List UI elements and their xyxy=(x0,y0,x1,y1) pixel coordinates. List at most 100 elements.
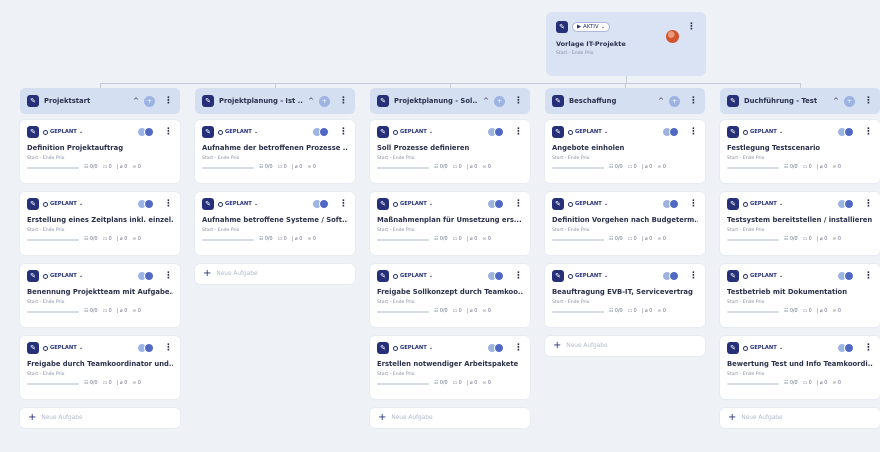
new-task-button[interactable]: + Neue Aufgabe xyxy=(20,408,180,428)
assignees[interactable] xyxy=(837,199,854,209)
kebab-menu-icon[interactable]: ⋮ xyxy=(164,199,173,209)
assignees[interactable] xyxy=(137,343,154,353)
pencil-icon[interactable]: ✎ xyxy=(727,95,739,107)
pencil-icon[interactable]: ✎ xyxy=(202,126,214,138)
task-card[interactable]: ✎ GEPLANT ⌄ ⋮ Freigabe durch Teamkoordin… xyxy=(20,336,180,399)
add-member-icon[interactable]: + xyxy=(319,95,330,107)
pencil-icon[interactable]: ✎ xyxy=(727,198,739,210)
assignees[interactable] xyxy=(662,199,679,209)
kebab-menu-icon[interactable]: ⋮ xyxy=(164,96,173,106)
column-header[interactable]: ✎ Beschaffung ^ + ⋮ xyxy=(545,88,705,114)
kebab-menu-icon[interactable]: ⋮ xyxy=(514,127,523,137)
status-dropdown[interactable]: ▶ AKTIV ⌄ xyxy=(572,22,611,32)
assignees[interactable] xyxy=(837,127,854,137)
task-card[interactable]: ✎ GEPLANT ⌄ ⋮ Aufnahme betroffene System… xyxy=(195,192,355,255)
kebab-menu-icon[interactable]: ⋮ xyxy=(864,271,873,281)
task-card[interactable]: ✎ GEPLANT ⌄ ⋮ Festlegung Testscenario St… xyxy=(720,120,880,183)
kebab-menu-icon[interactable]: ⋮ xyxy=(339,199,348,209)
kebab-menu-icon[interactable]: ⋮ xyxy=(689,271,698,281)
status-dropdown[interactable]: GEPLANT ⌄ xyxy=(743,129,783,135)
status-dropdown[interactable]: GEPLANT ⌄ xyxy=(43,129,83,135)
pencil-icon[interactable]: ✎ xyxy=(727,342,739,354)
assignee-avatar[interactable] xyxy=(144,127,154,137)
kebab-menu-icon[interactable]: ⋮ xyxy=(689,199,698,209)
assignees[interactable] xyxy=(137,199,154,209)
task-card[interactable]: ✎ GEPLANT ⌄ ⋮ Beauftragung EVB-IT, Servi… xyxy=(545,264,705,327)
kebab-menu-icon[interactable]: ⋮ xyxy=(164,127,173,137)
kebab-menu-icon[interactable]: ⋮ xyxy=(689,96,698,106)
status-dropdown[interactable]: GEPLANT ⌄ xyxy=(393,273,433,279)
pencil-icon[interactable]: ✎ xyxy=(377,198,389,210)
status-dropdown[interactable]: GEPLANT ⌄ xyxy=(568,201,608,207)
project-root-card[interactable]: ✎ ▶ AKTIV ⌄ ⋮ Vorlage IT-Projekte Start … xyxy=(546,12,706,76)
assignee-avatar[interactable] xyxy=(844,127,854,137)
kebab-menu-icon[interactable]: ⋮ xyxy=(864,343,873,353)
chevron-up-icon[interactable]: ^ xyxy=(308,97,314,105)
task-card[interactable]: ✎ GEPLANT ⌄ ⋮ Testsystem bereitstellen /… xyxy=(720,192,880,255)
pencil-icon[interactable]: ✎ xyxy=(552,198,564,210)
pencil-icon[interactable]: ✎ xyxy=(202,198,214,210)
kebab-menu-icon[interactable]: ⋮ xyxy=(864,199,873,209)
new-task-button[interactable]: + Neue Aufgabe xyxy=(720,408,880,428)
chevron-up-icon[interactable]: ^ xyxy=(483,97,489,105)
status-dropdown[interactable]: GEPLANT ⌄ xyxy=(43,201,83,207)
task-card[interactable]: ✎ GEPLANT ⌄ ⋮ Erstellung eines Zeitplans… xyxy=(20,192,180,255)
status-dropdown[interactable]: GEPLANT ⌄ xyxy=(743,273,783,279)
pencil-icon[interactable]: ✎ xyxy=(377,342,389,354)
kebab-menu-icon[interactable]: ⋮ xyxy=(164,271,173,281)
assignees[interactable] xyxy=(312,199,329,209)
assignee-avatar[interactable] xyxy=(144,343,154,353)
pencil-icon[interactable]: ✎ xyxy=(377,270,389,282)
task-card[interactable]: ✎ GEPLANT ⌄ ⋮ Erstellen notwendiger Arbe… xyxy=(370,336,530,399)
assignee-avatar[interactable] xyxy=(494,343,504,353)
pencil-icon[interactable]: ✎ xyxy=(27,198,39,210)
assignees[interactable] xyxy=(837,343,854,353)
task-card[interactable]: ✎ GEPLANT ⌄ ⋮ Benennung Projektteam mit … xyxy=(20,264,180,327)
assignees[interactable] xyxy=(137,127,154,137)
task-card[interactable]: ✎ GEPLANT ⌄ ⋮ Testbetrieb mit Dokumentat… xyxy=(720,264,880,327)
chevron-up-icon[interactable]: ^ xyxy=(133,97,139,105)
kebab-menu-icon[interactable]: ⋮ xyxy=(514,96,523,106)
status-dropdown[interactable]: GEPLANT ⌄ xyxy=(393,345,433,351)
assignees[interactable] xyxy=(487,343,504,353)
add-member-icon[interactable]: + xyxy=(669,95,680,107)
assignees[interactable] xyxy=(487,199,504,209)
pencil-icon[interactable]: ✎ xyxy=(202,95,214,107)
kebab-menu-icon[interactable]: ⋮ xyxy=(864,96,873,106)
new-task-button[interactable]: + Neue Aufgabe xyxy=(370,408,530,428)
task-card[interactable]: ✎ GEPLANT ⌄ ⋮ Definition Vorgehen nach B… xyxy=(545,192,705,255)
pencil-icon[interactable]: ✎ xyxy=(552,126,564,138)
status-dropdown[interactable]: GEPLANT ⌄ xyxy=(43,345,83,351)
column-header[interactable]: ✎ Duchführung - Test ^ + ⋮ xyxy=(720,88,880,114)
add-member-icon[interactable]: + xyxy=(144,95,155,107)
add-member-icon[interactable]: + xyxy=(494,95,505,107)
assignee-avatar[interactable] xyxy=(669,127,679,137)
kebab-menu-icon[interactable]: ⋮ xyxy=(689,127,698,137)
task-card[interactable]: ✎ GEPLANT ⌄ ⋮ Definition Projektauftrag … xyxy=(20,120,180,183)
pencil-icon[interactable]: ✎ xyxy=(727,270,739,282)
chevron-up-icon[interactable]: ^ xyxy=(658,97,664,105)
kebab-menu-icon[interactable]: ⋮ xyxy=(164,343,173,353)
pencil-icon[interactable]: ✎ xyxy=(556,21,568,33)
status-dropdown[interactable]: GEPLANT ⌄ xyxy=(393,201,433,207)
assignees[interactable] xyxy=(662,271,679,281)
new-task-button[interactable]: + Neue Aufgabe xyxy=(195,264,355,284)
assignee-avatar[interactable] xyxy=(494,199,504,209)
pencil-icon[interactable]: ✎ xyxy=(727,126,739,138)
status-dropdown[interactable]: GEPLANT ⌄ xyxy=(568,273,608,279)
assignees[interactable] xyxy=(837,271,854,281)
kebab-menu-icon[interactable]: ⋮ xyxy=(687,22,696,32)
assignees[interactable] xyxy=(312,127,329,137)
assignee-avatar[interactable] xyxy=(844,271,854,281)
task-card[interactable]: ✎ GEPLANT ⌄ ⋮ Maßnahmenplan für Umsetzun… xyxy=(370,192,530,255)
kebab-menu-icon[interactable]: ⋮ xyxy=(339,127,348,137)
kebab-menu-icon[interactable]: ⋮ xyxy=(514,271,523,281)
status-dropdown[interactable]: GEPLANT ⌄ xyxy=(743,201,783,207)
assignee-avatar[interactable] xyxy=(144,271,154,281)
kebab-menu-icon[interactable]: ⋮ xyxy=(514,199,523,209)
assignee-avatar[interactable] xyxy=(494,127,504,137)
kebab-menu-icon[interactable]: ⋮ xyxy=(864,127,873,137)
assignees[interactable] xyxy=(487,127,504,137)
status-dropdown[interactable]: GEPLANT ⌄ xyxy=(568,129,608,135)
status-dropdown[interactable]: GEPLANT ⌄ xyxy=(218,201,258,207)
